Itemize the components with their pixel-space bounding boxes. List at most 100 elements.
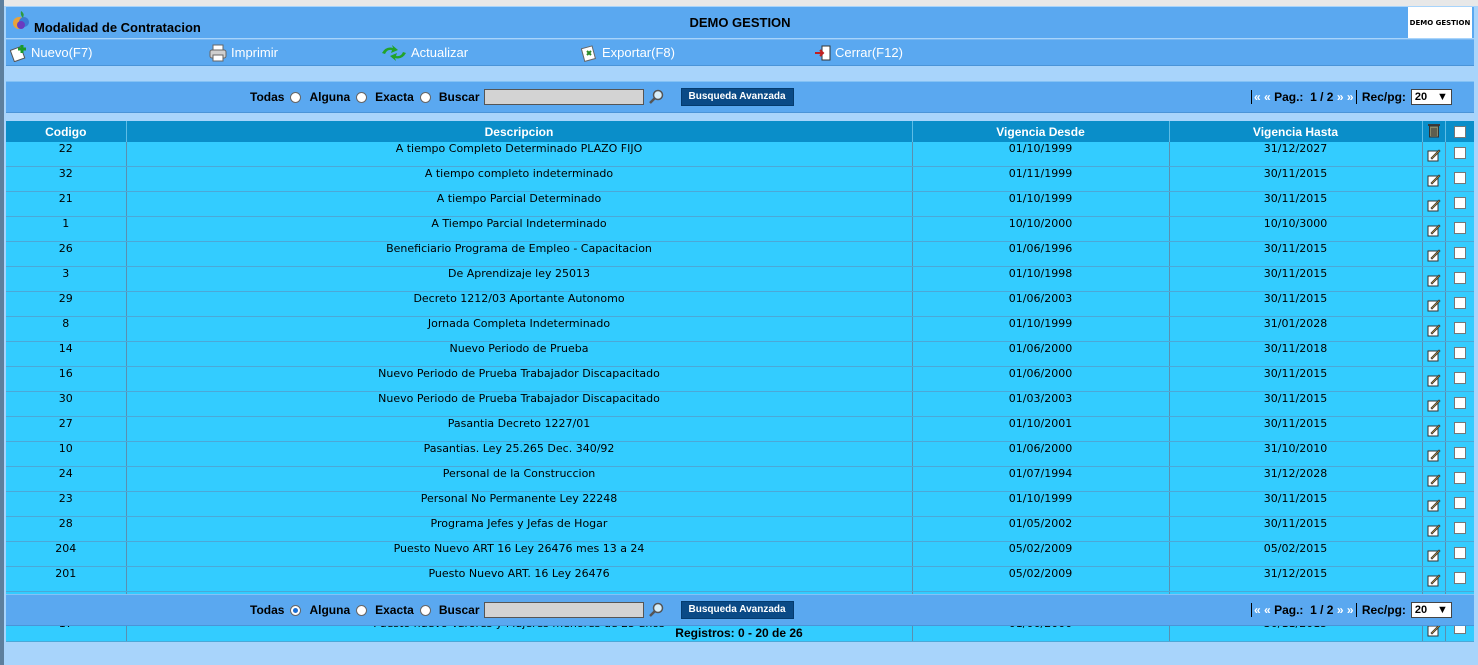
edit-icon[interactable] bbox=[1427, 223, 1441, 241]
table-row[interactable]: 24 Personal de la Construccion 01/07/1994 3… bbox=[6, 466, 1474, 492]
edit-icon[interactable] bbox=[1427, 423, 1441, 441]
radio-todas[interactable] bbox=[290, 604, 302, 616]
radio-alguna[interactable] bbox=[356, 604, 368, 616]
row-select-checkbox[interactable] bbox=[1453, 297, 1466, 309]
row-select-checkbox[interactable] bbox=[1453, 322, 1466, 334]
records-per-page-select[interactable]: 20 ▼ bbox=[1410, 602, 1452, 618]
last-page-button[interactable]: » bbox=[1347, 90, 1354, 104]
table-row[interactable]: 21 A tiempo Parcial Determinado 01/10/1999… bbox=[6, 191, 1474, 217]
table-row[interactable]: 204 Puesto Nuevo ART 16 Ley 26476 mes 13 … bbox=[6, 541, 1474, 567]
table-row[interactable]: 22 A tiempo Completo Determinado PLAZO FI… bbox=[6, 142, 1474, 167]
cell-edit bbox=[1421, 566, 1445, 592]
table-row[interactable]: 3 De Aprendizaje ley 25013 01/10/1998 30/11… bbox=[6, 266, 1474, 292]
export-button[interactable]: Exportar(F8) bbox=[581, 40, 675, 65]
edit-icon[interactable] bbox=[1427, 298, 1441, 316]
data-table: Codigo Descripcion Vigencia Desde Vigenc… bbox=[6, 121, 1474, 642]
print-button[interactable]: Imprimir bbox=[208, 40, 278, 65]
edit-icon[interactable] bbox=[1427, 198, 1441, 216]
search-icon[interactable] bbox=[648, 602, 664, 618]
cell-edit bbox=[1421, 291, 1445, 317]
cell-hasta: 30/11/2015 bbox=[1168, 391, 1422, 417]
edit-icon[interactable] bbox=[1427, 273, 1441, 291]
cell-select bbox=[1444, 516, 1474, 542]
table-row[interactable]: 30 Nuevo Periodo de Prueba Trabajador Dis… bbox=[6, 391, 1474, 417]
table-row[interactable]: 8 Jornada Completa Indeterminado 01/10/199… bbox=[6, 316, 1474, 342]
header-descripcion[interactable]: Descripcion bbox=[125, 121, 912, 142]
buscar-label: Buscar bbox=[438, 90, 480, 104]
row-select-checkbox[interactable] bbox=[1453, 147, 1466, 159]
table-row[interactable]: 16 Nuevo Periodo de Prueba Trabajador Dis… bbox=[6, 366, 1474, 392]
table-row[interactable]: 29 Decreto 1212/03 Aportante Autonomo 01/0… bbox=[6, 291, 1474, 317]
cell-desde: 01/06/2000 bbox=[911, 441, 1169, 467]
header-vigencia-desde[interactable]: Vigencia Desde bbox=[911, 121, 1169, 142]
table-row[interactable]: 23 Personal No Permanente Ley 22248 01/10/… bbox=[6, 491, 1474, 517]
header-vigencia-hasta[interactable]: Vigencia Hasta bbox=[1168, 121, 1422, 142]
edit-icon[interactable] bbox=[1427, 323, 1441, 341]
row-select-checkbox[interactable] bbox=[1453, 222, 1466, 234]
cell-desde: 01/11/1999 bbox=[911, 166, 1169, 192]
radio-alguna[interactable] bbox=[356, 91, 368, 103]
select-all-checkbox[interactable] bbox=[1453, 125, 1466, 138]
chevron-down-icon: ▼ bbox=[1437, 91, 1448, 103]
row-select-checkbox[interactable] bbox=[1453, 372, 1466, 384]
refresh-button[interactable]: Actualizar bbox=[380, 40, 468, 65]
row-select-checkbox[interactable] bbox=[1453, 497, 1466, 509]
edit-icon[interactable] bbox=[1427, 148, 1441, 166]
edit-icon[interactable] bbox=[1427, 498, 1441, 516]
records-per-page-select[interactable]: 20 ▼ bbox=[1410, 89, 1452, 105]
close-button[interactable]: Cerrar(F12) bbox=[814, 40, 903, 65]
row-select-checkbox[interactable] bbox=[1453, 272, 1466, 284]
edit-icon[interactable] bbox=[1427, 573, 1441, 591]
edit-icon[interactable] bbox=[1427, 398, 1441, 416]
table-row[interactable]: 28 Programa Jefes y Jefas de Hogar 01/05/2… bbox=[6, 516, 1474, 542]
radio-exacta[interactable] bbox=[419, 604, 431, 616]
edit-icon[interactable] bbox=[1427, 523, 1441, 541]
cell-select bbox=[1444, 566, 1474, 592]
search-input[interactable] bbox=[483, 89, 644, 105]
search-icon[interactable] bbox=[648, 89, 664, 105]
header-codigo[interactable]: Codigo bbox=[6, 121, 126, 142]
radio-exacta[interactable] bbox=[419, 91, 431, 103]
table-row[interactable]: 1A Tiempo Parcial Indeterminado 10/10/200… bbox=[6, 216, 1474, 242]
row-select-checkbox[interactable] bbox=[1453, 547, 1466, 559]
row-select-checkbox[interactable] bbox=[1453, 247, 1466, 259]
row-select-checkbox[interactable] bbox=[1453, 172, 1466, 184]
prev-page-button[interactable]: « bbox=[1264, 90, 1271, 104]
new-button[interactable]: Nuevo(F7) bbox=[10, 40, 92, 65]
edit-icon[interactable] bbox=[1427, 173, 1441, 191]
first-page-button[interactable]: « bbox=[1254, 603, 1261, 617]
row-select-checkbox[interactable] bbox=[1453, 347, 1466, 359]
prev-page-button[interactable]: « bbox=[1264, 603, 1271, 617]
row-select-checkbox[interactable] bbox=[1453, 472, 1466, 484]
row-select-checkbox[interactable] bbox=[1453, 397, 1466, 409]
search-bar-top: Todas Alguna Exacta Buscar Busqueda Avan… bbox=[6, 81, 1474, 113]
next-page-button[interactable]: » bbox=[1337, 603, 1344, 617]
table-row[interactable]: 10 Pasantias. Ley 25.265 Dec. 340/92 01/06… bbox=[6, 441, 1474, 467]
last-page-button[interactable]: » bbox=[1347, 603, 1354, 617]
table-row[interactable]: 14 Nuevo Periodo de Prueba 01/06/2000 30/11… bbox=[6, 341, 1474, 367]
cell-codigo: 24 bbox=[6, 466, 126, 492]
advanced-search-button[interactable]: Busqueda Avanzada bbox=[680, 601, 794, 619]
edit-icon[interactable] bbox=[1427, 348, 1441, 366]
table-row[interactable]: 201 Puesto Nuevo ART. 16 Ley 26476 05/02/2… bbox=[6, 566, 1474, 592]
table-row[interactable]: 32 A tiempo completo indeterminado 01/11/1… bbox=[6, 166, 1474, 192]
printer-icon bbox=[209, 44, 227, 61]
row-select-checkbox[interactable] bbox=[1453, 522, 1466, 534]
search-input[interactable] bbox=[483, 602, 644, 618]
edit-icon[interactable] bbox=[1427, 548, 1441, 566]
row-select-checkbox[interactable] bbox=[1453, 422, 1466, 434]
edit-icon[interactable] bbox=[1427, 448, 1441, 466]
next-page-button[interactable]: » bbox=[1337, 90, 1344, 104]
row-select-checkbox[interactable] bbox=[1453, 447, 1466, 459]
radio-todas[interactable] bbox=[290, 91, 302, 103]
edit-icon[interactable] bbox=[1427, 373, 1441, 391]
table-row[interactable]: 27 Pasantia Decreto 1227/01 01/10/2001 30/1… bbox=[6, 416, 1474, 442]
advanced-search-button[interactable]: Busqueda Avanzada bbox=[680, 88, 794, 106]
row-select-checkbox[interactable] bbox=[1453, 197, 1466, 209]
edit-icon[interactable] bbox=[1427, 473, 1441, 491]
trash-icon[interactable] bbox=[1427, 122, 1441, 138]
table-row[interactable]: 26 Beneficiario Programa de Empleo - Capa… bbox=[6, 241, 1474, 267]
row-select-checkbox[interactable] bbox=[1453, 572, 1466, 584]
edit-icon[interactable] bbox=[1427, 248, 1441, 266]
first-page-button[interactable]: « bbox=[1254, 90, 1261, 104]
